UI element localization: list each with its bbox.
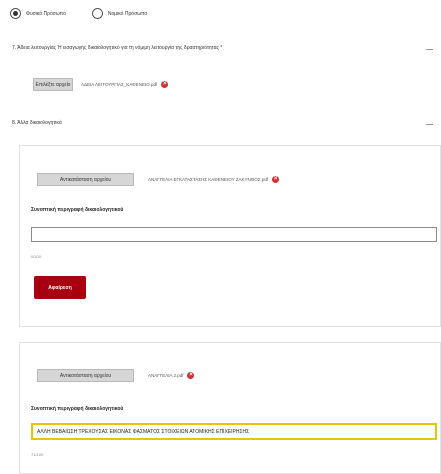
choose-file-button[interactable]: Επιλέξτε αρχείο (33, 78, 73, 91)
attachment-card-1: Αντικατάσταση αρχείου ΑΝΑΓΓΕΛΙΑ ΕΓΚΑΤΑΣΤ… (19, 145, 441, 327)
section-7-title: 7. Άδεια λειτουργίας Ή εισαγωγής δικαιολ… (12, 45, 223, 51)
replace-file-button[interactable]: Αντικατάσταση αρχείου (37, 173, 134, 186)
remove-file-icon[interactable]: × (161, 81, 169, 88)
section-8-title: 8. Άλλα δικαιολογητικά (12, 120, 62, 126)
uploaded-file: ΑΝΑΓΓΕΛΙΑ ΕΓΚΑΤΑΣΤΑΣΗΣ ΚΑΦΕΝΕΙΟΥ ΖΑΚΥΝΘΟ… (148, 176, 280, 183)
radio-selected-icon[interactable] (10, 8, 21, 19)
uploaded-file: ΑΔΕΙΑ ΛΕΙΤΟΥΡΓΙΑΣ_ΚΑΦΕΝΕΙΟ.pdf × (81, 81, 169, 88)
file-name-text: ΑΝΑΓΓΕΛΙΑ ΕΓΚΑΤΑΣΤΑΣΗΣ ΚΑΦΕΝΕΙΟΥ ΖΑΚΥΝΘΟ… (148, 177, 269, 182)
required-mark: * (220, 45, 223, 51)
char-counter: 0/100 (31, 254, 42, 259)
attachment-card-2: Αντικατάσταση αρχείου ΑΝΑΓΓΕΛΙΑ 2.pdf × … (19, 342, 441, 474)
remove-file-icon[interactable]: × (187, 372, 195, 379)
person-type-radio-group: Φυσικό Πρόσωπο Νομικό Πρόσωπο (10, 8, 167, 19)
file-name-text: ΑΔΕΙΑ ΛΕΙΤΟΥΡΓΙΑΣ_ΚΑΦΕΝΕΙΟ.pdf (81, 82, 158, 87)
description-input[interactable] (31, 227, 437, 242)
char-counter: 71/100 (31, 452, 44, 457)
delete-attachment-button[interactable]: Αφαίρεση (34, 276, 86, 299)
radio-label: Νομικό Πρόσωπο (107, 10, 148, 17)
collapse-icon[interactable] (426, 49, 433, 50)
radio-unselected-icon[interactable] (91, 8, 103, 19)
description-label: Συνοπτική περιγραφή δικαιολογητικού (31, 406, 124, 412)
description-input[interactable]: ΑΛΛΗ ΒΕΒΑΙΩΣΗ ΤΡΕΧΟΥΣΑΣ ΕΙΚΟΝΑΣ ΦΑΣΜΑΤΟΣ… (31, 423, 437, 440)
collapse-icon[interactable] (426, 124, 433, 125)
replace-file-button[interactable]: Αντικατάσταση αρχείου (37, 369, 134, 382)
radio-option-legal-person[interactable]: Νομικό Πρόσωπο (91, 8, 148, 19)
description-label: Συνοπτική περιγραφή δικαιολογητικού (31, 207, 124, 213)
file-name-text: ΑΝΑΓΓΕΛΙΑ 2.pdf (148, 373, 184, 378)
remove-file-icon[interactable]: × (272, 176, 280, 183)
uploaded-file: ΑΝΑΓΓΕΛΙΑ 2.pdf × (148, 372, 195, 379)
radio-label: Φυσικό Πρόσωπο (26, 10, 66, 17)
radio-option-natural-person[interactable]: Φυσικό Πρόσωπο (10, 8, 66, 19)
